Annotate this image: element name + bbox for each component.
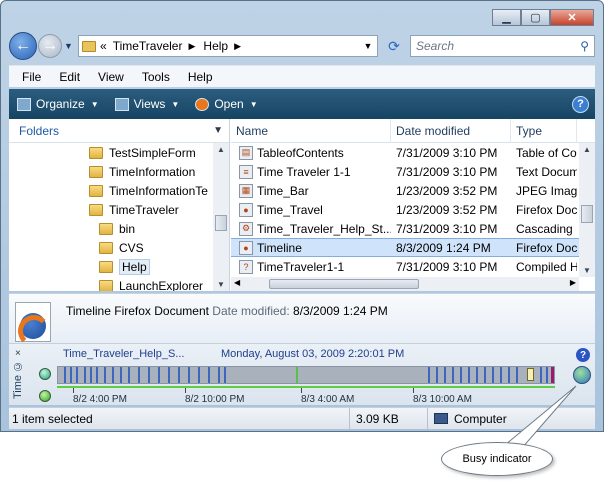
callout-pointer	[503, 385, 577, 449]
busy-indicator-callout: Busy indicator	[441, 442, 553, 476]
